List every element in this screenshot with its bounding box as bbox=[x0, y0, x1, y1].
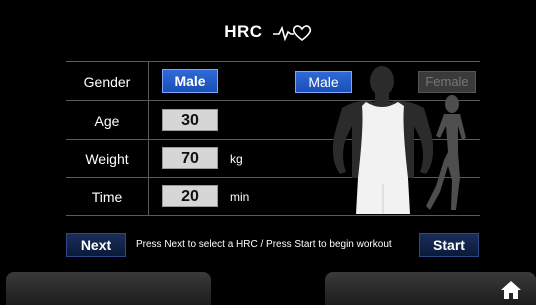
age-field[interactable]: 30 bbox=[162, 109, 218, 131]
start-button[interactable]: Start bbox=[419, 233, 479, 257]
page-title-text: HRC bbox=[224, 22, 263, 41]
divider bbox=[66, 61, 480, 62]
female-figure-icon bbox=[426, 95, 466, 210]
age-label: Age bbox=[94, 113, 120, 129]
footer-tab-left bbox=[6, 272, 211, 305]
gender-label: Gender bbox=[83, 74, 131, 90]
divider bbox=[66, 215, 480, 216]
instruction-text: Press Next to select a HRC / Press Start… bbox=[136, 239, 392, 250]
time-unit: min bbox=[230, 190, 250, 204]
male-figure-icon bbox=[332, 66, 434, 214]
weight-unit: kg bbox=[230, 152, 243, 166]
time-label: Time bbox=[91, 189, 123, 205]
heart-pulse-icon bbox=[272, 24, 311, 41]
page-title: HRC bbox=[0, 22, 536, 43]
weight-label: Weight bbox=[85, 151, 129, 167]
time-field[interactable]: 20 bbox=[162, 185, 218, 207]
divider bbox=[148, 61, 149, 215]
home-icon[interactable] bbox=[500, 280, 522, 300]
next-button[interactable]: Next bbox=[66, 233, 126, 257]
weight-field[interactable]: 70 bbox=[162, 147, 218, 169]
gender-value-button[interactable]: Male bbox=[162, 69, 218, 93]
